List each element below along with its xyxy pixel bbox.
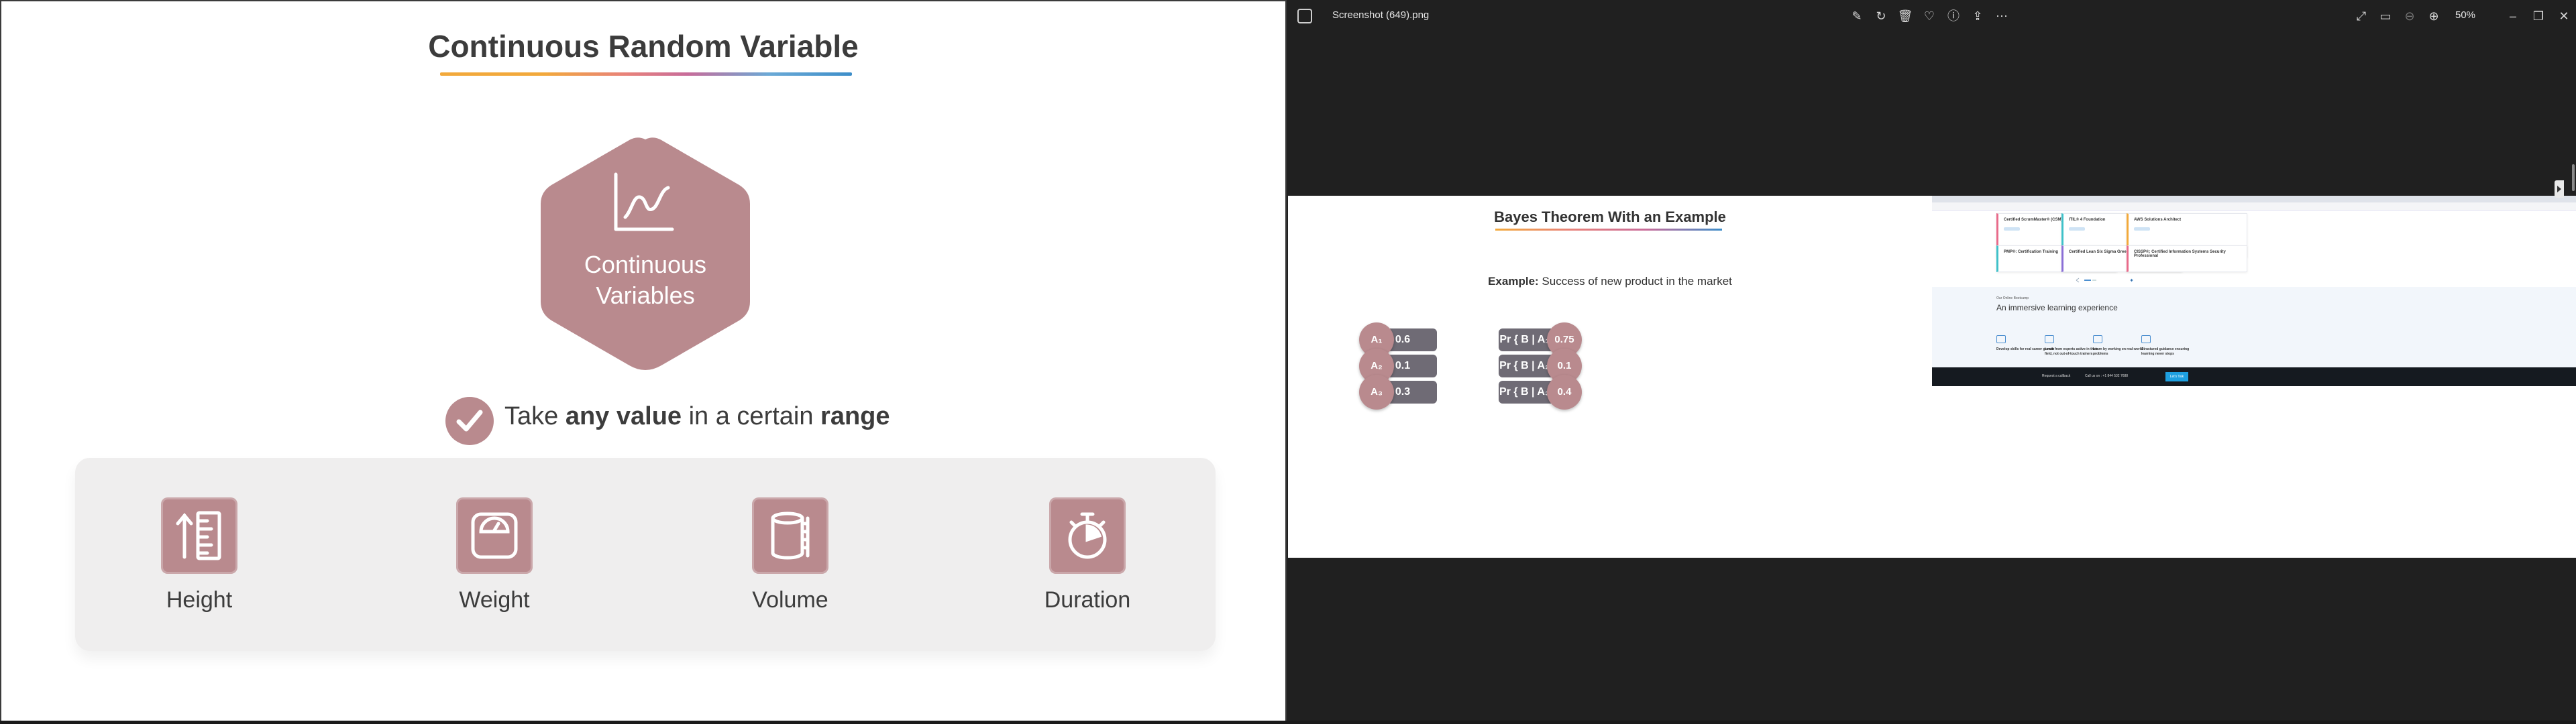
carousel-controls[interactable] — [2075, 278, 2134, 283]
hexagon-label-line1: Continuous — [584, 251, 707, 278]
taskbar-edge — [0, 721, 2576, 724]
side-panel-toggle[interactable] — [2555, 180, 2564, 198]
height-ruler-icon — [161, 497, 237, 574]
variable-height: Height — [132, 497, 266, 613]
slide-title: Continuous Random Variable — [428, 29, 859, 64]
zoom-level: 50% — [2455, 9, 2476, 21]
cylinder-volume-icon — [752, 497, 828, 574]
course-tag — [2134, 227, 2150, 231]
guidance-icon — [2141, 335, 2151, 343]
example-text: Success of new product in the market — [1538, 275, 1732, 288]
website-screenshot: Certified ScrumMaster® (CSM) ITIL® 4 Fou… — [1932, 196, 2576, 558]
displayed-image: Bayes Theorem With an Example Example: S… — [1288, 196, 2576, 558]
variable-label: Duration — [1044, 587, 1131, 613]
range-bold-any-value: any value — [565, 402, 682, 430]
hexagon-label: Continuous Variables — [538, 249, 753, 311]
event-badge: A₃ — [1359, 375, 1394, 410]
hexagon-label-line2: Variables — [596, 282, 695, 309]
close-icon[interactable]: ✕ — [2556, 8, 2572, 24]
restore-icon[interactable]: ❐ — [2530, 8, 2546, 24]
feature-title: Structured guidance ensuring learning ne… — [2141, 347, 2190, 356]
more-icon[interactable]: ⋯ — [1994, 8, 2010, 24]
browser-tab-bar — [1932, 196, 2576, 202]
range-mid: in a certain — [682, 402, 821, 430]
call-us-link[interactable]: Call us on : +1 844 532 7688 — [2085, 374, 2128, 378]
favorite-icon[interactable]: ♡ — [1921, 8, 1937, 24]
checkmark-icon — [445, 397, 494, 445]
weighing-scale-icon — [456, 497, 533, 574]
lets-talk-button[interactable]: Let's Talk — [2165, 372, 2188, 381]
course-title: CISSP®: Certified Information Systems Se… — [2134, 250, 2226, 258]
variable-label: Weight — [459, 587, 530, 613]
rotate-icon[interactable]: ↻ — [1873, 8, 1889, 24]
section-heading: An immersive learning experience — [1996, 303, 2118, 312]
slideshow-icon[interactable]: ▭ — [2377, 8, 2394, 24]
line-chart-icon — [614, 172, 674, 231]
example-label: Example: — [1488, 275, 1539, 288]
scrollbar-thumb[interactable] — [2572, 164, 2575, 191]
course-tag — [2004, 227, 2020, 231]
range-statement: Take any value in a certain range — [504, 402, 890, 431]
fullscreen-icon[interactable]: ⤢ — [2353, 8, 2369, 24]
minimize-icon[interactable]: – — [2505, 8, 2521, 24]
variable-label: Volume — [752, 587, 828, 613]
variable-volume: Volume — [723, 497, 857, 613]
course-card: CISSP®: Certified Information Systems Se… — [2127, 245, 2247, 272]
experts-icon — [2045, 335, 2054, 343]
bayes-example: Example: Success of new product in the m… — [1288, 275, 1932, 288]
projects-icon — [2093, 335, 2102, 343]
file-name: Screenshot (649).png — [1332, 9, 1430, 21]
info-icon[interactable]: ⓘ — [1945, 8, 1962, 24]
range-bold-range: range — [820, 402, 890, 430]
course-title: AWS Solutions Architect — [2134, 218, 2182, 222]
zoom-in-icon[interactable]: ⊕ — [2426, 8, 2442, 24]
bayes-slide: Bayes Theorem With an Example Example: S… — [1288, 196, 1932, 558]
likelihood-badge: 0.4 — [1547, 375, 1582, 410]
photo-viewer-window: Screenshot (649).png ✎ ↻ 🗑 ♡ ⓘ ⇪ ⋯ ⤢ ▭ ⊖… — [1288, 0, 2576, 724]
stopwatch-icon — [1049, 497, 1126, 574]
delete-icon[interactable]: 🗑 — [1897, 8, 1913, 24]
variable-weight: Weight — [427, 497, 561, 613]
bayes-title-underline — [1495, 229, 1722, 231]
feature-item: Structured guidance ensuring learning ne… — [2141, 335, 2202, 357]
variable-label: Height — [166, 587, 233, 613]
bayes-title: Bayes Theorem With an Example — [1494, 208, 1726, 225]
section-kicker: Our Online Bootcamp — [1996, 296, 2029, 300]
skills-icon — [1996, 335, 2006, 343]
request-callback-link[interactable]: Request a callback — [2042, 374, 2070, 378]
browser-address-bar — [1932, 202, 2576, 210]
site-footer-bar: Request a callback Call us on : +1 844 5… — [1932, 367, 2576, 386]
viewer-toolbar: Screenshot (649).png ✎ ↻ 🗑 ♡ ⓘ ⇪ ⋯ ⤢ ▭ ⊖… — [1288, 0, 2576, 32]
variable-duration: Duration — [1020, 497, 1155, 613]
course-tag — [2069, 227, 2085, 231]
gallery-icon[interactable] — [1297, 9, 1312, 23]
presentation-slide: Continuous Random Variable Continuous Va… — [0, 0, 1287, 724]
share-icon[interactable]: ⇪ — [1970, 8, 1986, 24]
title-underline — [440, 72, 852, 76]
range-prefix: Take — [504, 402, 566, 430]
zoom-out-icon[interactable]: ⊖ — [2402, 8, 2418, 24]
immersive-section: Our Online Bootcamp An immersive learnin… — [1932, 287, 2576, 367]
edit-image-icon[interactable]: ✎ — [1849, 8, 1865, 24]
